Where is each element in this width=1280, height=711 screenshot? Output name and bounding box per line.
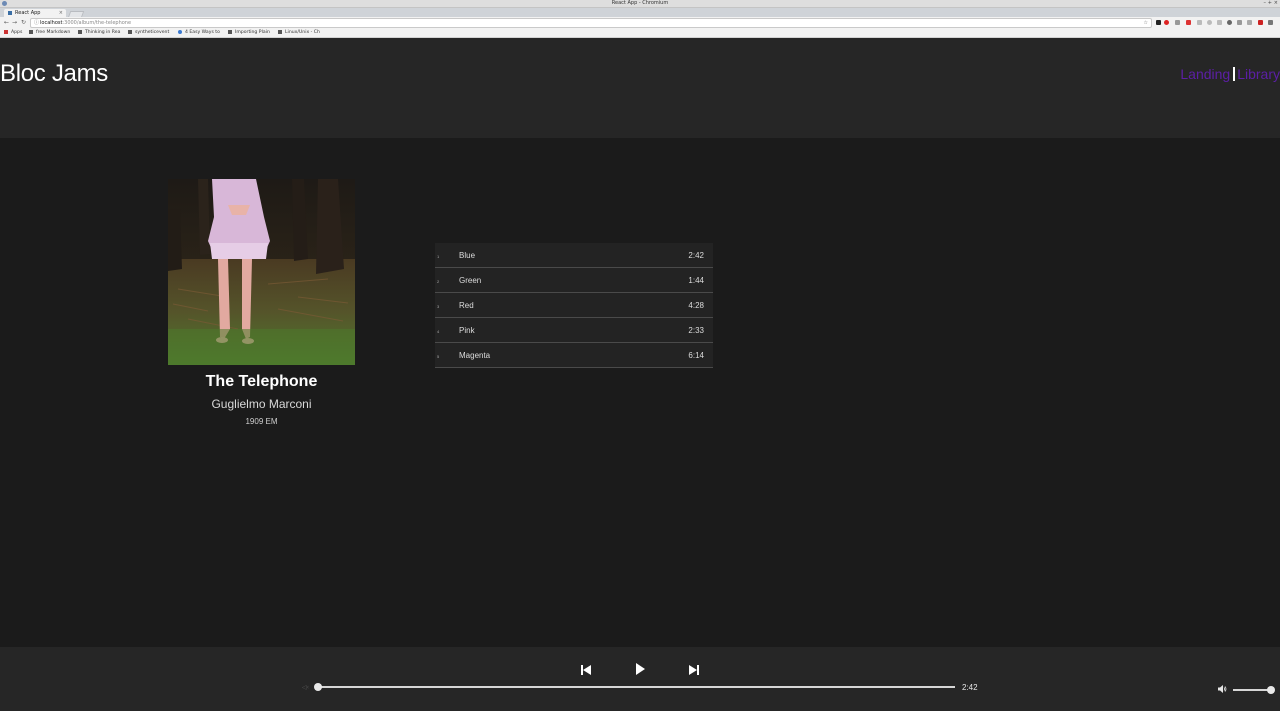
- bookmark-favicon-icon: [128, 30, 132, 34]
- maximize-icon[interactable]: +: [1268, 0, 1272, 7]
- tab-strip: React App ×: [0, 8, 1280, 18]
- extension-icon[interactable]: [1237, 20, 1242, 25]
- previous-track-button[interactable]: [578, 662, 594, 678]
- bookmark-item[interactable]: 4 Easy Ways to: [178, 28, 220, 37]
- extension-icon[interactable]: [1258, 20, 1263, 25]
- bookmark-favicon-icon: [29, 30, 33, 34]
- reload-icon[interactable]: ↻: [21, 18, 26, 27]
- play-button[interactable]: [632, 661, 648, 677]
- song-number: 5: [437, 354, 440, 359]
- song-row[interactable]: 1 Blue 2:42: [435, 243, 713, 268]
- window-titlebar: React App - Chromium – + ×: [0, 0, 1280, 8]
- album-release-info: 1909 EM: [245, 417, 278, 426]
- tab-close-icon[interactable]: ×: [59, 9, 63, 17]
- app-header: [0, 38, 1280, 138]
- album-cover-image: [168, 179, 355, 365]
- forward-icon[interactable]: →: [12, 18, 17, 27]
- apps-icon: [4, 30, 8, 34]
- address-bar[interactable]: ⓘ localhost:3000/album/the-telephone ☆: [30, 18, 1152, 28]
- bookmark-favicon-icon: [78, 30, 82, 34]
- song-duration: 2:33: [688, 326, 704, 335]
- bookmark-apps[interactable]: Apps: [4, 28, 22, 37]
- bookmark-favicon-icon: [278, 30, 282, 34]
- song-duration: 1:44: [688, 276, 704, 285]
- song-title: Pink: [459, 326, 475, 335]
- extension-icon[interactable]: [1207, 20, 1212, 25]
- song-title: Red: [459, 301, 474, 310]
- seek-bar[interactable]: [318, 686, 955, 688]
- song-title: Blue: [459, 251, 476, 260]
- extension-icon[interactable]: [1197, 20, 1202, 25]
- track-total-time: 2:42: [962, 683, 978, 692]
- song-number: 4: [437, 329, 440, 334]
- browser-tab[interactable]: React App ×: [4, 9, 66, 17]
- volume-handle[interactable]: [1267, 686, 1275, 694]
- song-number: 3: [437, 304, 440, 309]
- tab-label: React App: [15, 10, 41, 16]
- close-window-icon[interactable]: ×: [1274, 0, 1278, 7]
- browser-menu-icon[interactable]: [1268, 20, 1273, 25]
- volume-slider[interactable]: [1233, 689, 1271, 691]
- song-row[interactable]: 4 Pink 2:33: [435, 318, 713, 343]
- extension-icon[interactable]: [1156, 20, 1161, 25]
- extension-icon[interactable]: [1175, 20, 1180, 25]
- bookmark-favicon-icon: [178, 30, 182, 34]
- player-bar: [0, 647, 1280, 711]
- nav-separator: [1233, 67, 1236, 81]
- volume-icon[interactable]: [1217, 684, 1227, 694]
- tab-favicon-icon: [8, 11, 12, 15]
- next-track-button[interactable]: [686, 662, 702, 678]
- minimize-icon[interactable]: –: [1264, 0, 1267, 7]
- bookmark-item[interactable]: free Markdown: [29, 28, 70, 37]
- nav-landing-link[interactable]: Landing: [1180, 66, 1230, 82]
- url-path: :3000/album/the-telephone: [62, 20, 132, 26]
- extension-icon[interactable]: [1247, 20, 1252, 25]
- extension-stop-icon[interactable]: [1164, 20, 1169, 25]
- song-duration: 6:14: [688, 351, 704, 360]
- bookmark-item[interactable]: Thinking in Rea: [78, 28, 120, 37]
- app-brand: Bloc Jams: [0, 60, 108, 87]
- bookmark-star-icon[interactable]: ☆: [1144, 19, 1148, 27]
- song-row[interactable]: 5 Magenta 6:14: [435, 343, 713, 368]
- seek-start-icon: ◁‹: [302, 684, 310, 691]
- song-row[interactable]: 3 Red 4:28: [435, 293, 713, 318]
- bookmarks-bar: Apps free Markdown Thinking in Rea synth…: [0, 28, 1280, 38]
- song-duration: 4:28: [688, 301, 704, 310]
- bookmark-item[interactable]: syntheticevent: [128, 28, 169, 37]
- album-title: The Telephone: [205, 373, 318, 390]
- song-list: 1 Blue 2:42 2 Green 1:44 3 Red 4:28 4 Pi…: [435, 243, 713, 368]
- zoom-icon[interactable]: [1227, 20, 1232, 25]
- song-title: Magenta: [459, 351, 491, 360]
- song-title: Green: [459, 276, 482, 285]
- song-number: 2: [437, 279, 440, 284]
- seek-handle[interactable]: [314, 683, 322, 691]
- song-number: 1: [437, 254, 440, 259]
- bookmark-favicon-icon: [228, 30, 232, 34]
- nav-library-link[interactable]: Library: [1237, 66, 1280, 82]
- url-host: localhost: [40, 20, 63, 26]
- page-info-icon[interactable]: ⓘ: [34, 19, 39, 27]
- browser-toolbar: ← → ↻ ⓘ localhost:3000/album/the-telepho…: [0, 17, 1280, 28]
- back-icon[interactable]: ←: [4, 18, 9, 27]
- bookmark-item[interactable]: Importing Plain: [228, 28, 270, 37]
- extension-icon[interactable]: [1217, 20, 1222, 25]
- extension-icon[interactable]: [1186, 20, 1191, 25]
- song-duration: 2:42: [688, 251, 704, 260]
- main-nav: Landing Library: [1180, 66, 1280, 82]
- song-row[interactable]: 2 Green 1:44: [435, 268, 713, 293]
- bookmark-item[interactable]: Linux/Unix - Ch: [278, 28, 320, 37]
- window-title: React App - Chromium: [611, 0, 669, 6]
- album-artist: Guglielmo Marconi: [211, 397, 312, 411]
